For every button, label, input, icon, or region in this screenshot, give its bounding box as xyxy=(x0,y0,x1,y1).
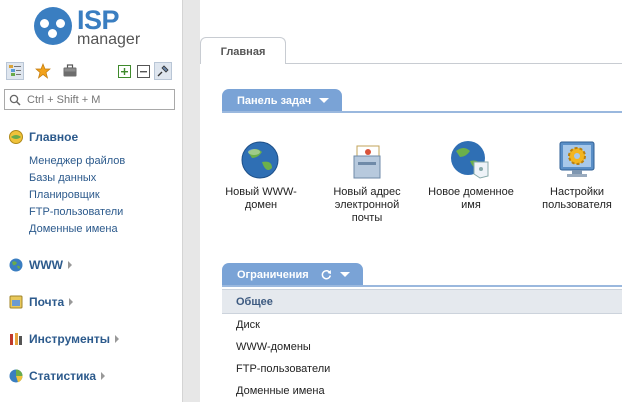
tools-icon xyxy=(8,331,24,347)
sidebar-item-file-manager[interactable]: Менеджер файлов xyxy=(29,155,125,168)
chevron-down-icon xyxy=(319,98,330,103)
dashboard: Панель задач Новый WWW-домен Новый адрес… xyxy=(200,64,622,402)
logo-mark-icon xyxy=(34,7,72,45)
chevron-right-icon xyxy=(69,298,74,306)
main-area: Главная Панель задач Новый WWW-домен Нов… xyxy=(200,0,622,402)
task-new-domain-name-label: Новое доменное имя xyxy=(428,186,514,211)
task-new-email-address-label: Новый адрес электронной почты xyxy=(333,186,401,224)
search-icon xyxy=(9,94,21,106)
task-user-settings-label: Настройки пользователя xyxy=(542,186,612,211)
panel-divider xyxy=(222,111,622,113)
sidebar-section-mail[interactable]: Почта xyxy=(8,293,74,311)
collapse-all-icon[interactable] xyxy=(134,62,152,80)
taskbar-title: Панель задач xyxy=(237,94,312,107)
search-field[interactable] xyxy=(4,89,175,110)
sidebar-section-statistics-label: Статистика xyxy=(29,369,97,383)
task-new-www-domain[interactable]: Новый WWW-домен xyxy=(216,136,306,212)
sidebar-section-main[interactable]: Главное xyxy=(8,128,78,146)
panel-divider xyxy=(222,285,622,287)
sidebar-item-domain-names[interactable]: Доменные имена xyxy=(29,223,118,236)
sidebar-section-www-label: WWW xyxy=(29,258,63,272)
sidebar-section-tools-label: Инструменты xyxy=(29,332,111,346)
ispmanager-logo[interactable]: ISP manager xyxy=(34,5,154,48)
globe-icon xyxy=(8,257,24,273)
sidebar-item-scheduler[interactable]: Планировщик xyxy=(29,189,100,202)
limits-title: Ограничения xyxy=(237,268,309,281)
sidebar-section-tools[interactable]: Инструменты xyxy=(8,330,120,348)
task-new-email-address[interactable]: Новый адрес электронной почты xyxy=(322,136,412,225)
sidebar-section-main-label: Главное xyxy=(29,130,79,144)
pin-icon[interactable] xyxy=(154,62,172,80)
limits-row-domain-names: Доменные имена xyxy=(236,385,325,397)
sidebar: ISP manager Главное Менеджер файлов xyxy=(0,0,182,402)
chevron-right-icon xyxy=(67,261,72,269)
favorites-star-icon[interactable] xyxy=(34,62,52,80)
statistics-icon xyxy=(8,368,24,384)
sidebar-toolbar xyxy=(0,60,182,82)
sidebar-item-ftp-users[interactable]: FTP-пользователи xyxy=(29,206,123,219)
chevron-right-icon xyxy=(115,335,120,343)
sidebar-section-www[interactable]: WWW xyxy=(8,256,72,274)
user-settings-icon xyxy=(554,136,600,182)
task-new-domain-name[interactable]: Новое доменное имя xyxy=(426,136,516,212)
limits-row-www-domains: WWW-домены xyxy=(236,341,311,353)
tab-home[interactable]: Главная xyxy=(200,37,286,65)
domain-name-icon xyxy=(448,136,494,182)
limits-row-ftp-users: FTP-пользователи xyxy=(236,363,331,375)
limits-panel-header[interactable]: Ограничения xyxy=(222,263,363,286)
mail-icon xyxy=(8,294,24,310)
search-input[interactable] xyxy=(27,92,172,107)
sidebar-item-databases[interactable]: Базы данных xyxy=(29,172,96,185)
limits-row-disk: Диск xyxy=(236,319,260,331)
chevron-right-icon xyxy=(101,372,106,380)
limits-table-header: Общее xyxy=(222,289,622,314)
sidebar-resize-handle[interactable] xyxy=(182,0,200,402)
sidebar-section-statistics[interactable]: Статистика xyxy=(8,367,106,385)
task-user-settings[interactable]: Настройки пользователя xyxy=(532,136,622,212)
home-globe-icon xyxy=(8,129,24,145)
refresh-icon[interactable] xyxy=(321,269,332,280)
expand-all-icon[interactable] xyxy=(115,62,133,80)
chevron-down-icon xyxy=(339,272,350,277)
task-new-www-domain-label: Новый WWW-домен xyxy=(225,186,297,211)
limits-group-general: Общее xyxy=(236,296,273,308)
sidebar-section-mail-label: Почта xyxy=(29,295,65,309)
tab-bar: Главная xyxy=(200,0,622,65)
mailbox-icon xyxy=(344,136,390,182)
briefcase-icon[interactable] xyxy=(61,62,79,80)
taskbar-panel-header[interactable]: Панель задач xyxy=(222,89,342,112)
globe-new-icon xyxy=(238,136,284,182)
tree-view-icon[interactable] xyxy=(6,62,24,80)
logo-product: manager xyxy=(77,31,141,48)
